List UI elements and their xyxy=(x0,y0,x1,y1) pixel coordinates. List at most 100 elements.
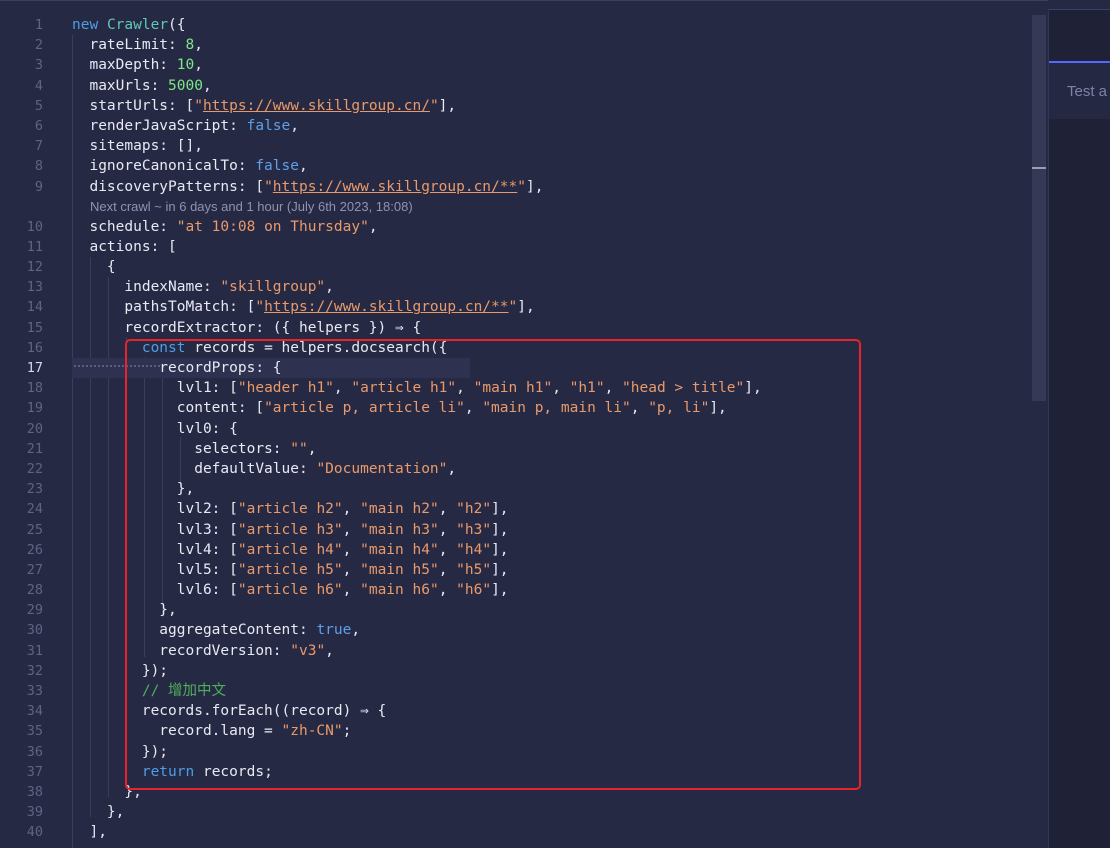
code-text: records.forEach((record) ⇒ { xyxy=(72,703,387,720)
code-line: 40 ], xyxy=(0,822,1030,842)
code-line: 7 sitemaps: [], xyxy=(0,136,1030,156)
code-text: lvl5: ["article h5", "main h5", "h5"], xyxy=(72,561,509,578)
line-number: 15 xyxy=(26,319,43,336)
side-panel: Test a xyxy=(1048,11,1110,848)
line-number: 21 xyxy=(26,440,43,457)
test-url-tab-label: Test a xyxy=(1067,83,1108,100)
code-text: actions: [ xyxy=(72,238,177,255)
code-text: maxUrls: 5000, xyxy=(72,77,212,94)
code-text: selectors: "", xyxy=(72,440,317,457)
test-url-tab[interactable]: Test a xyxy=(1049,61,1110,119)
line-number: 39 xyxy=(26,804,43,821)
code-editor[interactable]: 1 new Crawler({ 2 rateLimit: 8, 3 maxDept… xyxy=(0,0,1048,848)
code-line: 37 return records; xyxy=(0,762,1030,782)
line-number: 36 xyxy=(26,743,43,760)
code-line: 27 lvl5: ["article h5", "main h5", "h5"]… xyxy=(0,560,1030,580)
vertical-scrollbar-thumb[interactable] xyxy=(1032,15,1046,401)
code-text: new Crawler({ xyxy=(72,17,186,33)
line-number: 3 xyxy=(34,57,43,74)
code-line: 18 lvl1: ["header h1", "article h1", "ma… xyxy=(0,378,1030,398)
code-text: }, xyxy=(72,804,125,821)
code-text: renderJavaScript: false, xyxy=(72,117,299,134)
line-number: 28 xyxy=(26,582,43,599)
line-number: 29 xyxy=(26,602,43,619)
code-text: // 增加中文 xyxy=(141,683,227,699)
code-text: ], xyxy=(72,824,107,841)
code-area[interactable]: 1 new Crawler({ 2 rateLimit: 8, 3 maxDept… xyxy=(0,15,1030,843)
code-line: 36 }); xyxy=(0,742,1030,762)
code-line: 22 defaultValue: "Documentation", xyxy=(0,459,1030,479)
code-text: aggregateContent: true, xyxy=(72,622,361,639)
code-line: 38 }, xyxy=(0,782,1030,802)
code-line: 23 }, xyxy=(0,479,1030,499)
code-text: lvl0: { xyxy=(72,420,238,437)
code-line: 39 }, xyxy=(0,802,1030,822)
line-number: 17 xyxy=(26,360,43,376)
code-line: 26 lvl4: ["article h4", "main h4", "h4"]… xyxy=(0,540,1030,560)
code-text: lvl6: ["article h6", "main h6", "h6"], xyxy=(72,582,509,599)
code-line: 4 maxUrls: 5000, xyxy=(0,76,1030,96)
code-line: 2 rateLimit: 8, xyxy=(0,35,1030,55)
code-text: }); xyxy=(72,743,169,760)
code-line: 29 }, xyxy=(0,600,1030,620)
line-number: 5 xyxy=(34,97,43,114)
line-number: 37 xyxy=(26,763,43,780)
line-number: 12 xyxy=(26,259,43,276)
code-text: content: ["article p, article li", "main… xyxy=(72,400,727,417)
line-number: 22 xyxy=(26,460,43,477)
code-text: lvl1: ["header h1", "article h1", "main … xyxy=(72,380,762,397)
code-text: indexName: "skillgroup", xyxy=(72,279,334,296)
code-text: defaultValue: "Documentation", xyxy=(72,460,457,477)
line-number: 26 xyxy=(26,541,43,558)
line-number: 6 xyxy=(34,117,43,134)
code-text: startUrls: ["https://www.skillgroup.cn/"… xyxy=(72,97,457,114)
code-text: lvl4: ["article h4", "main h4", "h4"], xyxy=(72,541,509,558)
line-number: 2 xyxy=(34,37,43,54)
line-number: 1 xyxy=(34,17,43,33)
line-number: 16 xyxy=(26,339,43,356)
line-number: 31 xyxy=(26,642,43,659)
code-line: 20 lvl0: { xyxy=(0,419,1030,439)
code-line: 31 recordVersion: "v3", xyxy=(0,641,1030,661)
line-number: 14 xyxy=(26,299,43,316)
code-text: lvl2: ["article h2", "main h2", "h2"], xyxy=(72,501,509,518)
next-crawl-hint: Next crawl ~ in 6 days and 1 hour (July … xyxy=(90,198,413,214)
code-text: schedule: "at 10:08 on Thursday", xyxy=(72,218,378,235)
line-number: 4 xyxy=(34,77,43,94)
code-text: const records = helpers.docsearch({ xyxy=(141,339,448,356)
code-text: sitemaps: [], xyxy=(72,138,203,155)
code-line: 8 ignoreCanonicalTo: false, xyxy=(0,156,1030,176)
code-text: }, xyxy=(72,783,142,800)
code-line: 10 schedule: "at 10:08 on Thursday", xyxy=(0,217,1030,237)
code-line: 12 { xyxy=(0,257,1030,277)
code-line: 19 content: ["article p, article li", "m… xyxy=(0,398,1030,418)
line-number: 40 xyxy=(26,824,43,841)
code-text: pathsToMatch: ["https://www.skillgroup.c… xyxy=(72,299,535,316)
code-text: recordVersion: "v3", xyxy=(72,642,334,659)
line-number: 7 xyxy=(34,138,43,155)
code-text: rateLimit: 8, xyxy=(72,37,203,54)
line-number: 38 xyxy=(26,783,43,800)
code-line: 28 lvl6: ["article h6", "main h6", "h6"]… xyxy=(0,580,1030,600)
line-number: 20 xyxy=(26,420,43,437)
line-number: 19 xyxy=(26,400,43,417)
code-line: 24 lvl2: ["article h2", "main h2", "h2"]… xyxy=(0,499,1030,519)
code-text: discoveryPatterns: ["https://www.skillgr… xyxy=(72,178,544,195)
line-number: 33 xyxy=(26,683,43,699)
line-number: 32 xyxy=(26,662,43,679)
code-line: 32 }); xyxy=(0,661,1030,681)
code-text: }, xyxy=(72,602,177,619)
line-number: 24 xyxy=(26,501,43,518)
code-line: 3 maxDepth: 10, xyxy=(0,55,1030,75)
code-text: recordExtractor: ({ helpers }) ⇒ { xyxy=(72,319,422,336)
code-line: 6 renderJavaScript: false, xyxy=(0,116,1030,136)
code-line: 13 indexName: "skillgroup", xyxy=(0,277,1030,297)
code-line-active: 17 recordProps: { xyxy=(0,358,1030,378)
code-line: 9 discoveryPatterns: ["https://www.skill… xyxy=(0,177,1030,197)
line-number: 35 xyxy=(26,723,43,740)
code-line: 14 pathsToMatch: ["https://www.skillgrou… xyxy=(0,297,1030,317)
code-line: 5 startUrls: ["https://www.skillgroup.cn… xyxy=(0,96,1030,116)
code-line: 15 recordExtractor: ({ helpers }) ⇒ { xyxy=(0,318,1030,338)
code-text: recordProps: { xyxy=(72,360,282,376)
line-number: 10 xyxy=(26,218,43,235)
